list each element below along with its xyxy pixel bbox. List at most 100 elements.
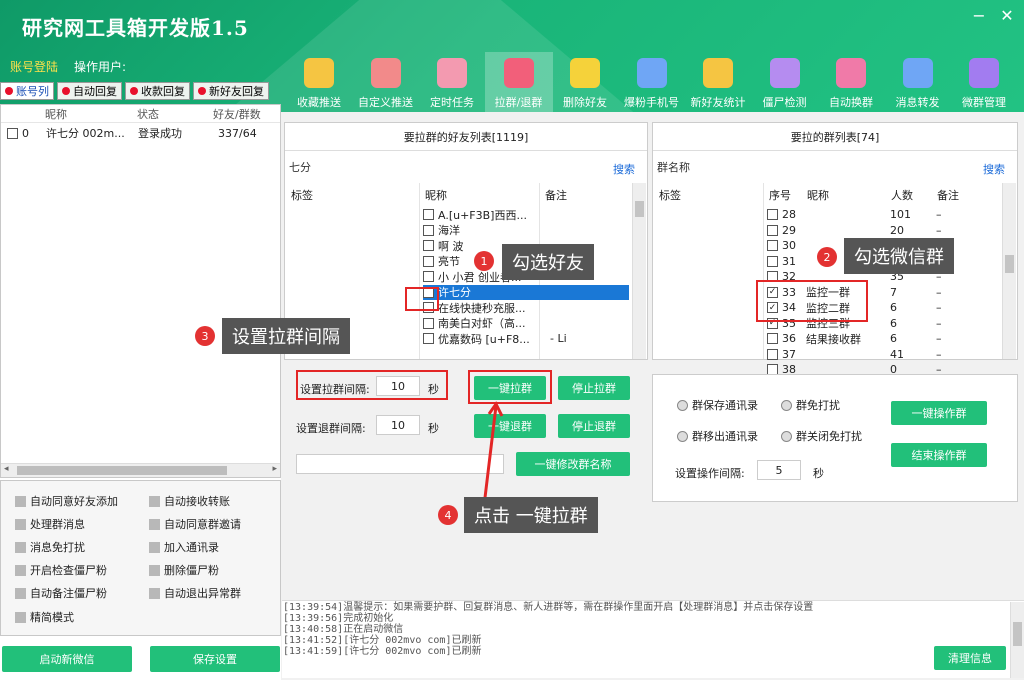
option-remark-zombie[interactable]: 自动备注僵尸粉 (15, 585, 107, 601)
friend-row[interactable]: ✓ 许七分 (423, 284, 629, 300)
radio-unmute-group[interactable]: 群关闭免打扰 (781, 428, 862, 444)
option-auto-quit-abnormal[interactable]: 自动退出异常群 (149, 585, 241, 601)
scroll-left-icon[interactable]: ◂ (4, 464, 9, 474)
group-row[interactable]: 37 41– (767, 347, 997, 362)
status-dot-icon (198, 87, 206, 95)
one-click-op-button[interactable]: 一键操作群 (891, 401, 987, 425)
group-checkbox[interactable] (767, 333, 778, 344)
toolbar-button-9[interactable]: 消息转发 (884, 52, 952, 112)
toolbar-button-1[interactable]: 自定义推送 (352, 52, 420, 112)
friend-checkbox[interactable] (423, 240, 434, 251)
groups-filter: 群名称 (657, 161, 690, 174)
coffee-cup-icon (437, 58, 467, 88)
toolbar-button-3[interactable]: 拉群/退群 (484, 52, 553, 112)
trash-icon (570, 58, 600, 88)
friends-search-link[interactable]: 搜索 (613, 161, 635, 177)
friend-row[interactable]: 优嘉数码 [u+F8... - Li (423, 331, 629, 346)
status-dot-icon (62, 87, 70, 95)
group-checkbox[interactable] (767, 224, 778, 236)
friend-row[interactable]: A.[u+F3B]西西... (423, 207, 629, 222)
friend-checkbox[interactable] (423, 271, 434, 282)
account-row[interactable]: 0 许七分 002m... 登录成功 337/64 (1, 123, 280, 143)
save-settings-button[interactable]: 保存设置 (150, 646, 280, 672)
scroll-thumb[interactable] (635, 201, 644, 217)
rename-groups-button[interactable]: 一键修改群名称 (516, 452, 630, 476)
friend-checkbox[interactable] (423, 224, 434, 236)
group-row[interactable]: 29 20– (767, 223, 997, 238)
group-name-input[interactable] (296, 454, 504, 474)
toolbar-button-8[interactable]: 自动换群 (817, 52, 885, 112)
operator-label: 操作用户: (74, 60, 127, 74)
scroll-right-icon[interactable]: ▸ (272, 464, 277, 474)
toolbar-button-7[interactable]: 僵尸检测 (751, 52, 819, 112)
option-auto-receive-transfer[interactable]: 自动接收转账 (149, 493, 230, 509)
group-checkbox[interactable] (767, 348, 778, 360)
option-add-contacts[interactable]: 加入通讯录 (149, 539, 219, 555)
option-mute[interactable]: 消息免打扰 (15, 539, 85, 555)
log-list: [13:39:54]温馨提示：如果需要护群、回复群消息、新人进群等，需在群操作里… (283, 602, 1013, 672)
stop-quit-button[interactable]: 停止退群 (558, 414, 630, 438)
friend-checkbox[interactable] (423, 255, 434, 267)
toolbar-button-2[interactable]: 定时任务 (418, 52, 486, 112)
clear-log-button[interactable]: 清理信息 (934, 646, 1006, 670)
groups-scrollbar[interactable] (1002, 183, 1016, 359)
option-delete-zombie[interactable]: 删除僵尸粉 (149, 562, 219, 578)
friend-row[interactable]: 海洋 (423, 223, 629, 238)
log-scrollbar[interactable] (1010, 602, 1024, 678)
option-lite-mode[interactable]: 精简模式 (15, 609, 74, 625)
radio-remove-contacts[interactable]: 群移出通讯录 (677, 428, 758, 444)
group-row[interactable]: 36 结果接收群 6– (767, 331, 997, 346)
log-line: [13:39:56]完成初始化 (283, 613, 394, 624)
highlight-friend (405, 287, 439, 311)
friends-scrollbar[interactable] (632, 183, 646, 359)
start-wechat-button[interactable]: 启动新微信 (2, 646, 132, 672)
group-checkbox[interactable] (767, 240, 778, 251)
callout-badge-4: 4 (438, 505, 458, 525)
toolbar-button-0[interactable]: 收藏推送 (285, 52, 353, 112)
group-checkbox[interactable] (767, 209, 778, 220)
group-checkbox[interactable] (767, 255, 778, 267)
toolbar-button-4[interactable]: 删除好友 (551, 52, 619, 112)
phone-icon (636, 58, 667, 88)
op-interval-input[interactable]: 5 (757, 460, 801, 480)
friend-checkbox[interactable] (423, 209, 434, 220)
friends-filter: 七分 (289, 161, 311, 174)
log-line: [13:41:59][许七分 002mvo com]已刷新 (283, 646, 482, 657)
tab-auto-reply[interactable]: 自动回复 (57, 82, 122, 100)
account-checkbox[interactable] (7, 127, 18, 139)
groups-panel: 要拉的群列表[74] 群名称 搜索 标签 序号 昵称 人数 备注 28 101–2… (652, 122, 1018, 376)
groups-search-link[interactable]: 搜索 (983, 161, 1005, 177)
status-dot-icon (5, 87, 13, 95)
bell-icon (503, 58, 534, 88)
option-check-zombie[interactable]: 开启检查僵尸粉 (15, 562, 107, 578)
group-ops-panel: 群保存通讯录 群免打扰 群移出通讯录 群关闭免打扰 设置操作间隔: 5 秒 一键… (652, 374, 1018, 502)
group-row[interactable]: 28 101– (767, 207, 997, 222)
highlight-pull-button (468, 370, 552, 404)
toolbar-button-10[interactable]: 微群管理 (950, 52, 1018, 112)
magnifier-icon (769, 58, 800, 88)
friend-checkbox[interactable] (423, 333, 434, 344)
tab-accounts[interactable]: 账号列 (0, 82, 54, 100)
login-link[interactable]: 账号登陆 (10, 58, 58, 75)
end-op-button[interactable]: 结束操作群 (891, 443, 987, 467)
option-auto-accept-group-invite[interactable]: 自动同意群邀请 (149, 516, 241, 532)
option-handle-group-msg[interactable]: 处理群消息 (15, 516, 85, 532)
toolbar-button-5[interactable]: 爆粉手机号 (618, 52, 686, 112)
option-auto-accept-friend[interactable]: 自动同意好友添加 (15, 493, 118, 509)
horizontal-scrollbar[interactable]: ◂ ▸ (1, 463, 280, 477)
close-button[interactable]: ✕ (995, 6, 1019, 25)
toolbar-button-6[interactable]: 新好友统计 (684, 52, 752, 112)
stop-pull-button[interactable]: 停止拉群 (558, 376, 630, 400)
friend-checkbox[interactable] (423, 317, 434, 329)
minimize-button[interactable]: − (967, 6, 991, 25)
tab-payment-reply[interactable]: 收款回复 (125, 82, 190, 100)
friend-row[interactable]: 在线快捷秒充服... (423, 300, 629, 315)
radio-mute-group[interactable]: 群免打扰 (781, 397, 840, 413)
quit-interval-input[interactable]: 10 (376, 415, 420, 435)
tab-new-friend-reply[interactable]: 新好友回复 (193, 82, 269, 100)
friend-row[interactable]: 南美白对虾（高... (423, 316, 629, 331)
folder-star-icon (304, 58, 334, 88)
scroll-thumb[interactable] (1005, 255, 1014, 273)
scroll-thumb[interactable] (17, 466, 227, 475)
radio-save-contacts[interactable]: 群保存通讯录 (677, 397, 758, 413)
